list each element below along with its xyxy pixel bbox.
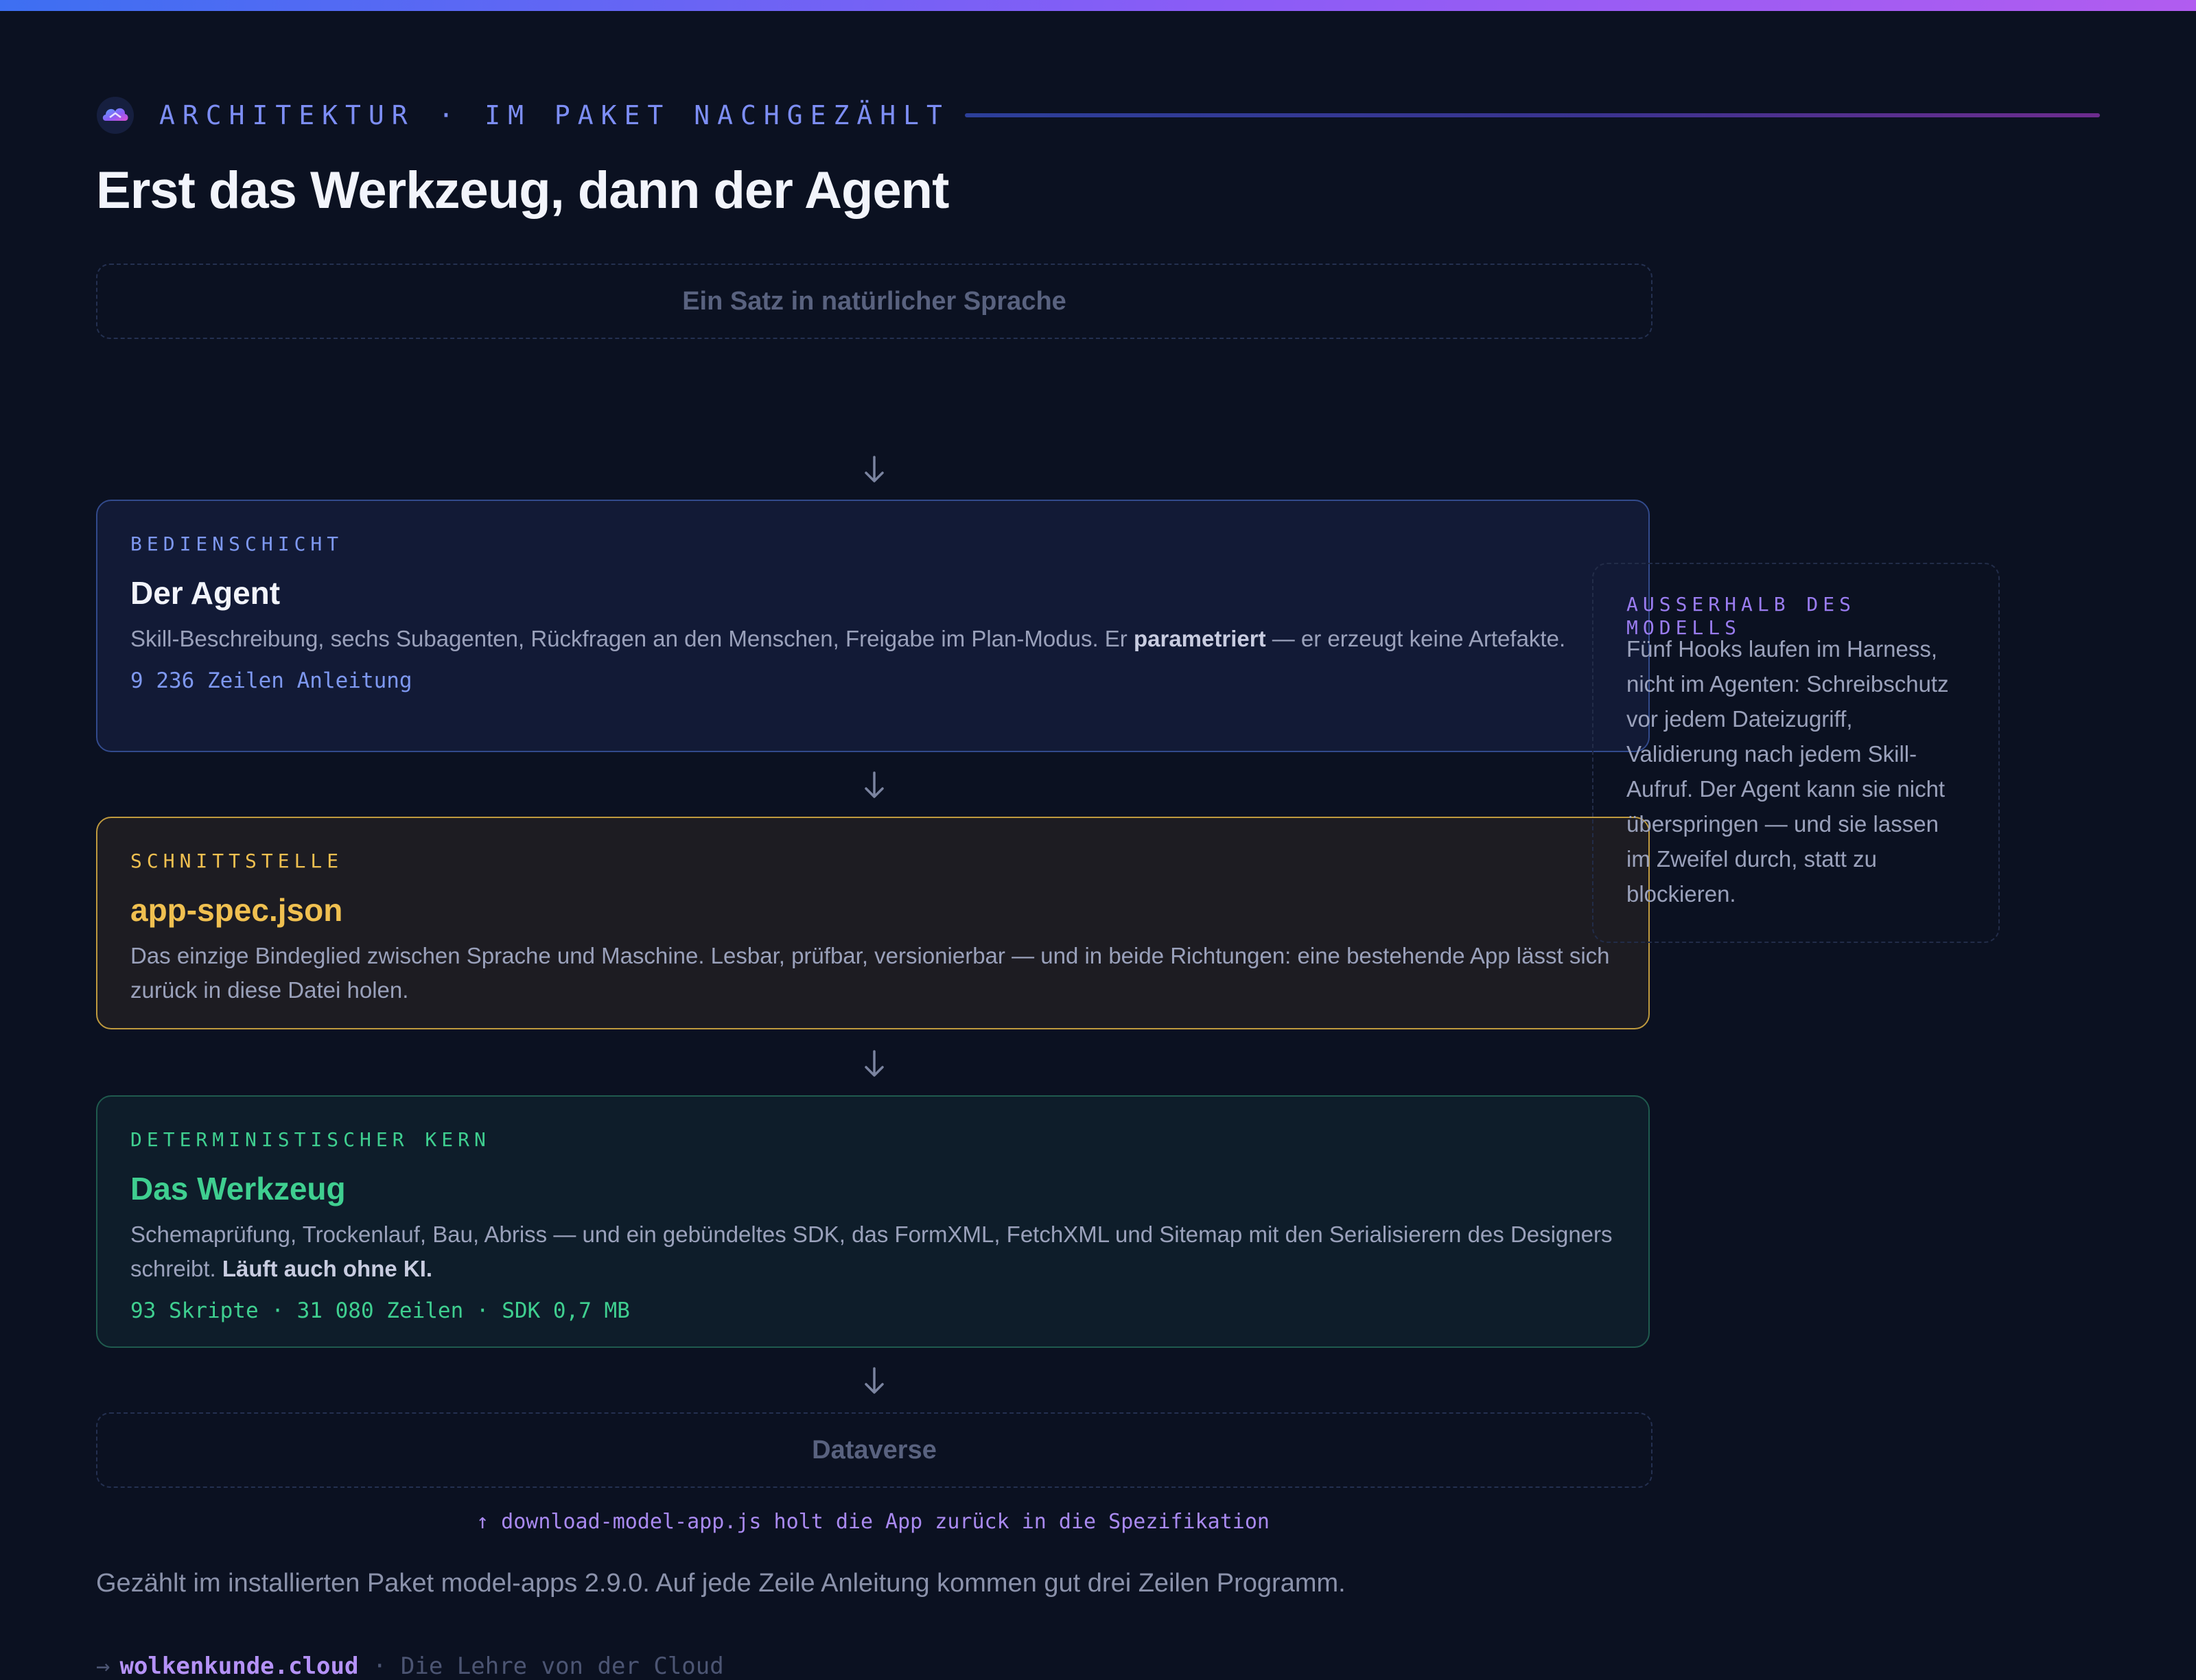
- spec-kicker: SCHNITTSTELLE: [130, 850, 344, 872]
- spec-interface-card: SCHNITTSTELLE app-spec.json Das einzige …: [96, 817, 1650, 1029]
- eyebrow-row: ARCHITEKTUR · IM PAKET NACHGEZÄHLT: [96, 96, 2100, 135]
- agent-kicker: BEDIENSCHICHT: [130, 533, 344, 555]
- footer-brand: → wolkenkunde.cloud · Die Lehre von der C…: [96, 1653, 724, 1680]
- tool-title: Das Werkzeug: [130, 1171, 346, 1206]
- arrow-right-icon: →: [96, 1653, 110, 1680]
- arrow-down-icon: [856, 767, 892, 803]
- page-title: Erst das Werkzeug, dann der Agent: [96, 161, 949, 220]
- return-path-note: ↑ download-model-app.js holt die App zur…: [476, 1510, 1270, 1534]
- agent-metric: 9 236 Zeilen Anleitung: [130, 668, 412, 693]
- tool-desc-bold: Läuft auch ohne KI.: [222, 1256, 433, 1281]
- input-label: Ein Satz in natürlicher Sprache: [682, 286, 1066, 316]
- eyebrow-divider: [964, 113, 2100, 117]
- tool-core-card: DETERMINISTISCHER KERN Das Werkzeug Sche…: [96, 1095, 1650, 1348]
- arrow-down-icon: [856, 452, 892, 487]
- dataverse-box: Dataverse: [96, 1412, 1652, 1488]
- agent-desc-bold: parametriert: [1133, 626, 1266, 651]
- agent-layer-card: BEDIENSCHICHT Der Agent Skill-Beschreibu…: [96, 500, 1650, 752]
- cloud-logo-icon: [96, 96, 135, 135]
- top-gradient-bar: [0, 0, 2196, 11]
- tool-description: Schemaprüfung, Trockenlauf, Bau, Abriss …: [130, 1217, 1615, 1286]
- spec-description: Das einzige Bindeglied zwischen Sprache …: [130, 943, 1610, 1003]
- sidebar-text: Fünf Hooks laufen im Harness, nicht im A…: [1626, 636, 1949, 907]
- site-link[interactable]: wolkenkunde.cloud: [119, 1653, 358, 1680]
- tool-metric: 93 Skripte · 31 080 Zeilen · SDK 0,7 MB: [130, 1298, 630, 1323]
- footer-separator: ·: [358, 1653, 401, 1680]
- spec-title: app-spec.json: [130, 892, 343, 928]
- sidebar-kicker: AUSSERHALB DES MODELLS: [1626, 593, 1856, 639]
- footnote: Gezählt im installierten Paket model-app…: [96, 1569, 1346, 1598]
- page: ARCHITEKTUR · IM PAKET NACHGEZÄHLT Erst …: [96, 96, 2100, 1680]
- hooks-sidebar: AUSSERHALB DES MODELLS Fünf Hooks laufen…: [1592, 563, 2000, 943]
- agent-title: Der Agent: [130, 575, 281, 611]
- footer-tagline: Die Lehre von der Cloud: [400, 1653, 724, 1680]
- arrow-down-icon: [856, 1046, 892, 1082]
- arrow-down-icon: [856, 1363, 892, 1399]
- eyebrow-label: ARCHITEKTUR · IM PAKET NACHGEZÄHLT: [159, 100, 950, 130]
- input-box: Ein Satz in natürlicher Sprache: [96, 264, 1652, 339]
- tool-kicker: DETERMINISTISCHER KERN: [130, 1128, 491, 1151]
- agent-desc-text: Skill-Beschreibung, sechs Subagenten, Rü…: [130, 626, 1134, 651]
- agent-desc-tail: — er erzeugt keine Artefakte.: [1265, 626, 1566, 651]
- agent-description: Skill-Beschreibung, sechs Subagenten, Rü…: [130, 622, 1615, 656]
- dataverse-label: Dataverse: [812, 1435, 937, 1465]
